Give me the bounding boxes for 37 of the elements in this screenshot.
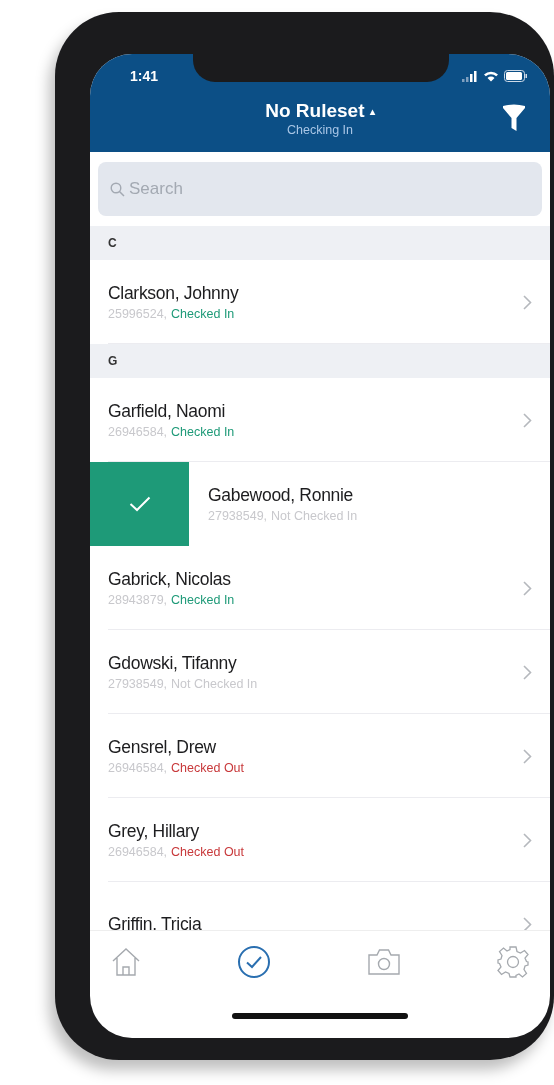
contact-name: Gabewood, Ronnie (208, 485, 355, 506)
signal-icon (462, 70, 478, 82)
contact-name: Garfield, Naomi (108, 401, 227, 422)
contact-name: Clarkson, Johnny (108, 283, 240, 304)
chevron-icon (523, 664, 532, 680)
section-letter: G (108, 354, 118, 368)
battery-icon (504, 70, 528, 82)
mode-subtitle: Checking In (287, 123, 353, 137)
search-field[interactable]: Search (98, 162, 542, 216)
chevron-icon (523, 580, 532, 596)
contact-row[interactable]: Griffin. Tricia (90, 882, 550, 930)
chevron-icon (523, 748, 532, 764)
status-time: 1:41 (130, 68, 159, 84)
chevron-icon (523, 294, 532, 310)
check-in-status: Checked Out (171, 845, 245, 859)
home-tab[interactable] (110, 947, 142, 977)
contact-name: Gensrel, Drew (108, 737, 217, 758)
check-tab[interactable] (237, 945, 272, 979)
ruleset-dropdown[interactable]: No Ruleset ▴ (265, 100, 375, 122)
contact-name: Gabrick, Nicolas (108, 569, 232, 590)
check-in-status: Checked In (171, 425, 235, 439)
check-in-status: Checked In (171, 593, 235, 607)
wifi-icon (483, 70, 499, 82)
contact-name: Griffin. Tricia (108, 913, 203, 930)
check-in-status: Checked In (171, 307, 235, 321)
check-in-status: Checked Out (171, 761, 245, 775)
section-letter: C (108, 236, 117, 250)
contact-name: Grey, Hillary (108, 821, 201, 842)
check-in-action[interactable] (90, 462, 189, 546)
chevron-icon (523, 916, 532, 930)
chevron-icon (523, 412, 532, 428)
chevron-icon (523, 832, 532, 848)
camera-tab[interactable] (366, 948, 401, 976)
settings-tab[interactable] (496, 945, 530, 979)
checkmark-icon (128, 496, 151, 512)
contact-name: Gdowski, Tifanny (108, 653, 238, 674)
filter-icon[interactable] (502, 104, 526, 132)
